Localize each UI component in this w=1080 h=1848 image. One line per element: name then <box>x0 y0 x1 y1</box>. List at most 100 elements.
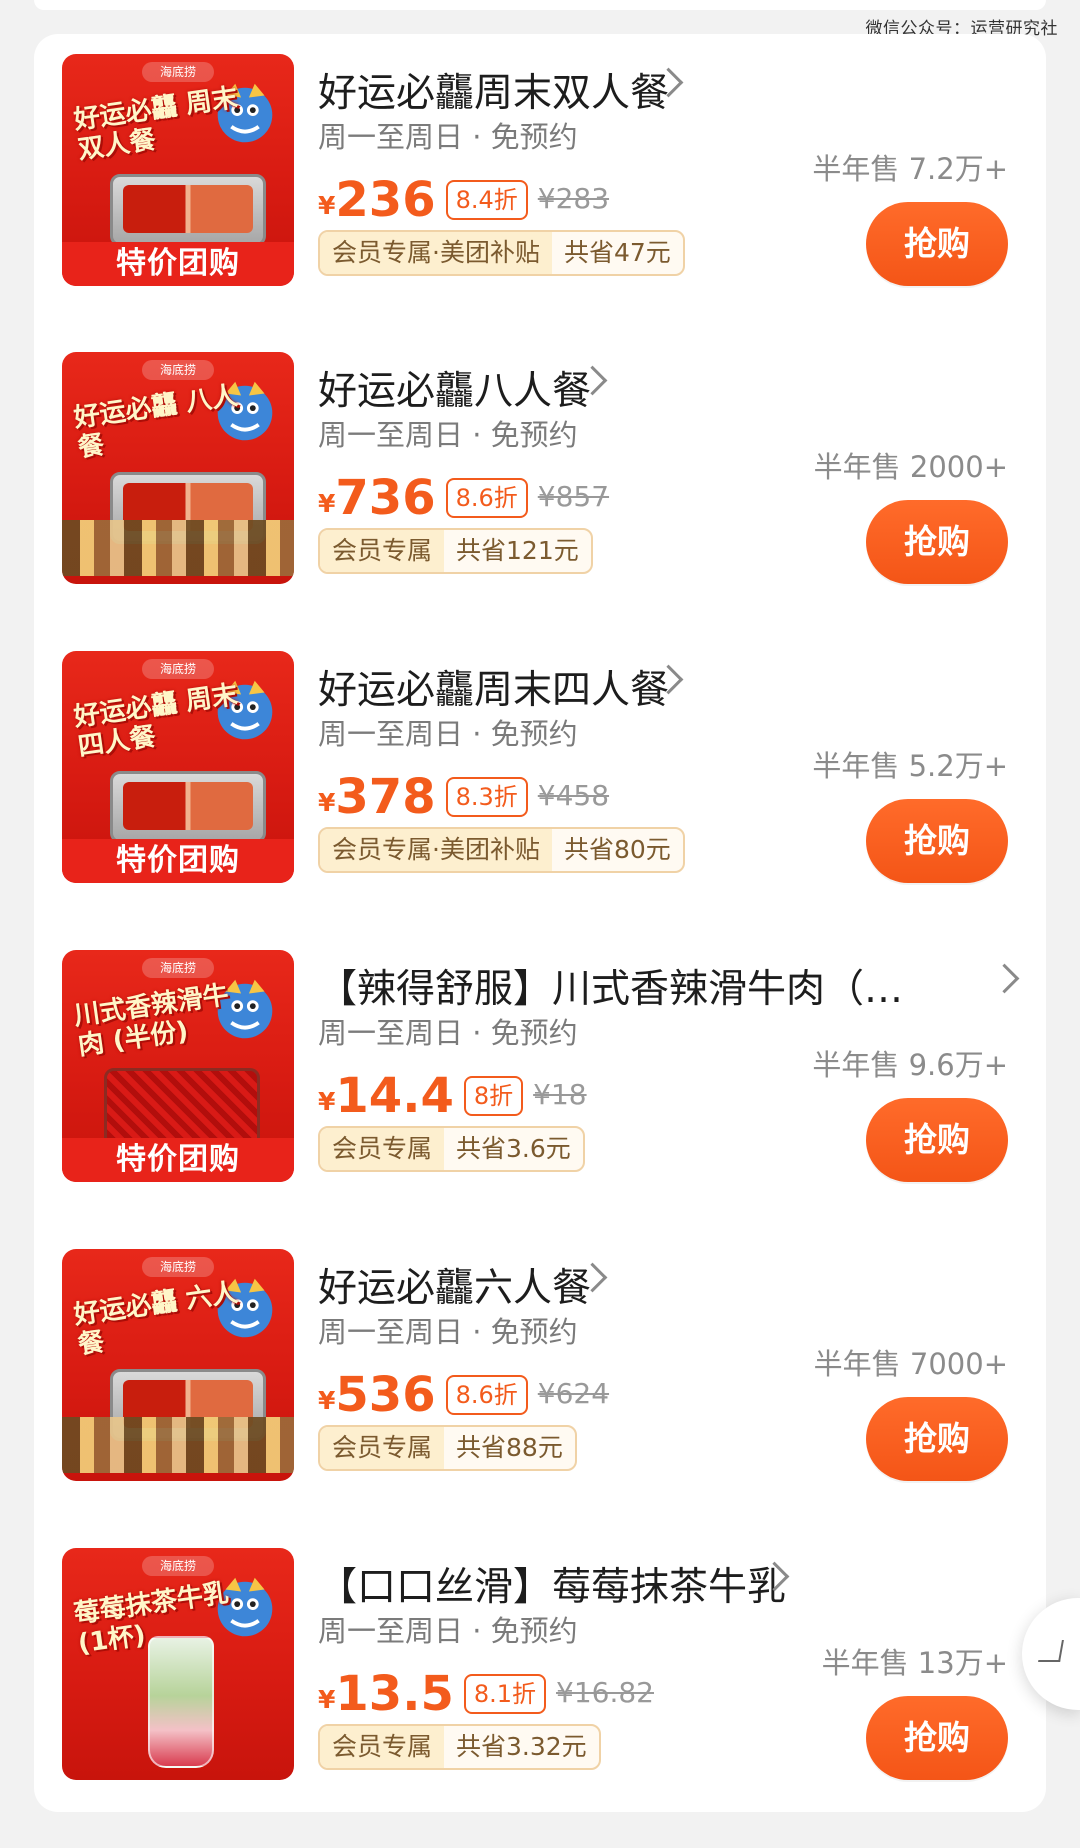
sales-count: 半年售 7000+ <box>813 1347 1008 1381</box>
product-subtitle: 周一至周日 · 免预约 <box>318 1016 578 1050</box>
discount-badge: 8.3折 <box>445 777 528 817</box>
member-benefit-tag: 会员专属 共省121元 <box>318 528 593 574</box>
original-price: ¥624 <box>537 1377 610 1410</box>
food-platter-image <box>62 520 294 576</box>
buy-button[interactable]: 抢购 <box>866 1696 1008 1780</box>
current-price: 536 <box>335 1367 436 1423</box>
discount-badge: 8.6折 <box>445 1375 528 1415</box>
member-tag-label: 会员专属 <box>320 1128 445 1170</box>
price-row: ¥236 8.4折 ¥283 <box>318 172 610 228</box>
savings-label: 共省3.6元 <box>456 1134 571 1163</box>
product-title[interactable]: 【口口丝滑】莓莓抹茶牛乳 <box>318 1556 918 1612</box>
thumbnail-band: 特价团购 <box>62 839 294 883</box>
cart-icon <box>1038 1640 1064 1662</box>
member-tag-label: 会员专属 <box>320 1427 445 1469</box>
product-content: 好运必龘周末双人餐 周一至周日 · 免预约 半年售 7.2万+ ¥236 8.4折… <box>318 54 1038 290</box>
price-row: ¥378 8.3折 ¥458 <box>318 769 610 825</box>
price-row: ¥736 8.6折 ¥857 <box>318 470 610 526</box>
product-title[interactable]: 好运必龘周末双人餐 <box>318 62 918 118</box>
discount-badge: 8折 <box>463 1076 524 1116</box>
product-content: 好运必龘六人餐 周一至周日 · 免预约 半年售 7000+ ¥536 8.6折 ¥6… <box>318 1249 1038 1485</box>
current-price: 236 <box>335 172 436 228</box>
buy-button[interactable]: 抢购 <box>866 1098 1008 1182</box>
brand-logo: 海底捞 <box>142 1556 214 1576</box>
brand-logo: 海底捞 <box>142 360 214 380</box>
product-thumbnail[interactable]: 海底捞 川式香辣滑牛肉 (半份) 特价团购 <box>62 950 294 1182</box>
member-tag-label: 会员专属·美团补贴 <box>320 232 552 274</box>
product-thumbnail[interactable]: 海底捞 莓莓抹茶牛乳 (1杯) <box>62 1548 294 1780</box>
brand-logo: 海底捞 <box>142 958 214 978</box>
current-price: 14.4 <box>335 1068 454 1124</box>
currency-symbol: ¥ <box>318 1386 336 1415</box>
currency-symbol: ¥ <box>318 191 336 220</box>
product-item[interactable]: 海底捞 好运必龘 周末双人餐 特价团购 好运必龘周末双人餐 周一至周日 · 免预… <box>34 54 1046 290</box>
currency-symbol: ¥ <box>318 788 336 817</box>
member-benefit-tag: 会员专属 共省3.6元 <box>318 1126 585 1172</box>
buy-button[interactable]: 抢购 <box>866 202 1008 286</box>
product-item[interactable]: 海底捞 莓莓抹茶牛乳 (1杯) 【口口丝滑】莓莓抹茶牛乳 周一至周日 · 免预约… <box>34 1548 1046 1784</box>
product-subtitle: 周一至周日 · 免预约 <box>318 1614 578 1648</box>
product-content: 好运必龘八人餐 周一至周日 · 免预约 半年售 2000+ ¥736 8.6折 ¥8… <box>318 352 1038 588</box>
current-price: 13.5 <box>335 1666 454 1722</box>
price-row: ¥536 8.6折 ¥624 <box>318 1367 610 1423</box>
product-subtitle: 周一至周日 · 免预约 <box>318 120 578 154</box>
current-price: 736 <box>335 470 436 526</box>
product-content: 【口口丝滑】莓莓抹茶牛乳 周一至周日 · 免预约 半年售 13万+ ¥13.5 8… <box>318 1548 1038 1784</box>
original-price: ¥283 <box>537 182 610 215</box>
sales-count: 半年售 7.2万+ <box>812 152 1008 186</box>
drink-cup-image <box>148 1636 214 1768</box>
product-content: 好运必龘周末四人餐 周一至周日 · 免预约 半年售 5.2万+ ¥378 8.3折… <box>318 651 1038 887</box>
current-price: 378 <box>335 769 436 825</box>
product-content: 【辣得舒服】川式香辣滑牛肉（… 周一至周日 · 免预约 半年售 9.6万+ ¥1… <box>318 950 1038 1186</box>
product-item[interactable]: 海底捞 好运必龘 周末四人餐 特价团购 好运必龘周末四人餐 周一至周日 · 免预… <box>34 651 1046 887</box>
product-thumbnail[interactable]: 海底捞 好运必龘 六人餐 <box>62 1249 294 1481</box>
currency-symbol: ¥ <box>318 489 336 518</box>
product-item[interactable]: 海底捞 好运必龘 六人餐 好运必龘六人餐 周一至周日 · 免预约 半年售 700… <box>34 1249 1046 1485</box>
food-platter-image <box>62 1417 294 1473</box>
discount-badge: 8.6折 <box>445 478 528 518</box>
discount-badge: 8.1折 <box>463 1674 547 1714</box>
savings-label: 共省88元 <box>456 1433 563 1462</box>
member-tag-label: 会员专属 <box>320 1726 445 1768</box>
brand-logo: 海底捞 <box>142 1257 214 1277</box>
sales-count: 半年售 2000+ <box>813 450 1008 484</box>
member-benefit-tag: 会员专属 共省88元 <box>318 1425 577 1471</box>
member-benefit-tag: 会员专属·美团补贴 共省80元 <box>318 827 685 873</box>
savings-label: 共省121元 <box>456 536 579 565</box>
product-thumbnail[interactable]: 海底捞 好运必龘 八人餐 <box>62 352 294 584</box>
buy-button[interactable]: 抢购 <box>866 799 1008 883</box>
sales-count: 半年售 9.6万+ <box>812 1048 1008 1082</box>
currency-symbol: ¥ <box>318 1087 336 1116</box>
product-thumbnail[interactable]: 海底捞 好运必龘 周末四人餐 特价团购 <box>62 651 294 883</box>
original-price: ¥857 <box>537 480 610 513</box>
product-item[interactable]: 海底捞 川式香辣滑牛肉 (半份) 特价团购 【辣得舒服】川式香辣滑牛肉（… 周一… <box>34 950 1046 1186</box>
original-price: ¥458 <box>537 779 610 812</box>
original-price: ¥16.82 <box>556 1676 654 1709</box>
product-subtitle: 周一至周日 · 免预约 <box>318 1315 578 1349</box>
thumbnail-band: 特价团购 <box>62 242 294 286</box>
buy-button[interactable]: 抢购 <box>866 500 1008 584</box>
price-row: ¥13.5 8.1折 ¥16.82 <box>318 1666 654 1722</box>
price-row: ¥14.4 8折 ¥18 <box>318 1068 587 1124</box>
savings-label: 共省3.32元 <box>456 1732 587 1761</box>
product-title[interactable]: 【辣得舒服】川式香辣滑牛肉（… <box>318 958 918 1014</box>
brand-logo: 海底捞 <box>142 62 214 82</box>
hotpot-image <box>110 174 266 246</box>
product-title[interactable]: 好运必龘六人餐 <box>318 1257 918 1313</box>
product-thumbnail[interactable]: 海底捞 好运必龘 周末双人餐 特价团购 <box>62 54 294 286</box>
sales-count: 半年售 13万+ <box>821 1646 1008 1680</box>
product-title[interactable]: 好运必龘八人餐 <box>318 360 918 416</box>
original-price: ¥18 <box>533 1078 587 1111</box>
sales-count: 半年售 5.2万+ <box>812 749 1008 783</box>
hotpot-image <box>110 771 266 843</box>
product-item[interactable]: 海底捞 好运必龘 八人餐 好运必龘八人餐 周一至周日 · 免预约 半年售 200… <box>34 352 1046 588</box>
buy-button[interactable]: 抢购 <box>866 1397 1008 1481</box>
product-subtitle: 周一至周日 · 免预约 <box>318 418 578 452</box>
top-card-edge <box>34 0 1046 10</box>
member-benefit-tag: 会员专属·美团补贴 共省47元 <box>318 230 685 276</box>
product-subtitle: 周一至周日 · 免预约 <box>318 717 578 751</box>
brand-logo: 海底捞 <box>142 659 214 679</box>
product-title[interactable]: 好运必龘周末四人餐 <box>318 659 918 715</box>
currency-symbol: ¥ <box>318 1685 336 1714</box>
member-tag-label: 会员专属·美团补贴 <box>320 829 552 871</box>
